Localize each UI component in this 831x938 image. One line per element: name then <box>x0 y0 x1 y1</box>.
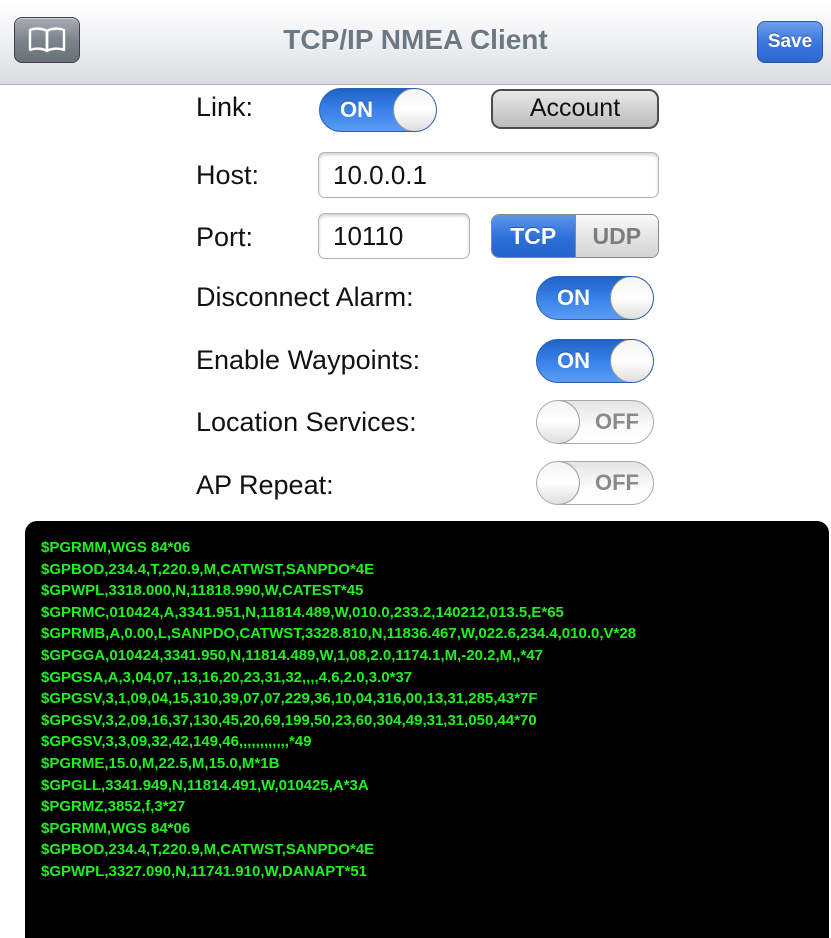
link-switch-state: ON <box>340 97 373 122</box>
disconnect-alarm-switch[interactable]: ON <box>536 276 654 320</box>
protocol-option-udp[interactable]: UDP <box>574 215 658 257</box>
switch-knob <box>610 340 653 382</box>
log-line: $PGRMM,WGS 84*06 <box>41 819 191 837</box>
port-label: Port: <box>196 222 254 252</box>
switch-knob <box>393 89 436 131</box>
host-input[interactable]: 10.0.0.1 <box>318 152 659 198</box>
enable-waypoints-switch-state: ON <box>557 348 590 373</box>
enable-waypoints-switch[interactable]: ON <box>536 339 654 383</box>
log-line: $GPWPL,3318.000,N,11818.990,W,CATEST*45 <box>41 582 364 600</box>
enable-waypoints-label: Enable Waypoints: <box>196 345 421 375</box>
page-title: TCP/IP NMEA Client <box>283 24 548 55</box>
disconnect-alarm-switch-state: ON <box>557 285 590 310</box>
protocol-segmented-control[interactable]: TCP UDP <box>491 214 659 258</box>
log-line: $GPGSV,3,2,09,16,37,130,45,20,69,199,50,… <box>41 711 537 729</box>
log-line: $GPGSV,3,3,09,32,42,149,46,,,,,,,,,,,,*4… <box>41 733 312 751</box>
log-line: $PGRMM,WGS 84*06 <box>41 539 191 556</box>
location-services-switch[interactable]: OFF <box>536 400 654 444</box>
disconnect-alarm-label: Disconnect Alarm: <box>196 282 414 312</box>
log-line: $PGRME,15.0,M,22.5,M,15.0,M*1B <box>41 754 280 772</box>
ap-repeat-label: AP Repeat: <box>196 470 334 500</box>
location-services-label: Location Services: <box>196 407 417 437</box>
switch-knob <box>537 462 580 504</box>
save-button[interactable]: Save <box>757 21 823 63</box>
nmea-log-console[interactable]: $PGRMM,WGS 84*06 $GPBOD,234.4,T,220.9,M,… <box>25 521 829 938</box>
log-line: $GPWPL,3327.090,N,11741.910,W,DANAPT*51 <box>41 862 368 880</box>
switch-knob <box>537 401 580 443</box>
ap-repeat-switch-state: OFF <box>595 470 639 495</box>
log-line: $GPRMC,010424,A,3341.951,N,11814.489,W,0… <box>41 603 564 621</box>
port-input[interactable]: 10110 <box>318 213 470 259</box>
link-label: Link: <box>196 92 254 122</box>
bookmarks-button[interactable] <box>14 17 80 63</box>
location-services-switch-state: OFF <box>595 409 639 434</box>
log-line: $GPGSA,A,3,04,07,,13,16,20,23,31,32,,,,4… <box>41 668 413 686</box>
account-button[interactable]: Account <box>491 89 659 129</box>
log-line: $GPBOD,234.4,T,220.9,M,CATWST,SANPDO*4E <box>41 560 375 578</box>
log-line: $GPGLL,3341.949,N,11814.491,W,010425,A*3… <box>41 776 369 794</box>
log-line: $GPGGA,010424,3341.950,N,11814.489,W,1,0… <box>41 646 544 664</box>
log-line: $GPRMB,A,0.00,L,SANPDO,CATWST,3328.810,N… <box>41 625 637 643</box>
host-label: Host: <box>196 160 260 190</box>
protocol-option-tcp[interactable]: TCP <box>492 215 575 257</box>
log-line: $GPGSV,3,1,09,04,15,310,39,07,07,229,36,… <box>41 690 538 708</box>
link-switch[interactable]: ON <box>319 88 437 132</box>
ap-repeat-switch[interactable]: OFF <box>536 461 654 505</box>
open-book-icon <box>28 27 66 53</box>
log-line: $PGRMZ,3852,f,3*27 <box>41 798 186 816</box>
navigation-bar: TCP/IP NMEA Client Save <box>0 0 831 85</box>
switch-knob <box>610 277 653 319</box>
log-line: $GPBOD,234.4,T,220.9,M,CATWST,SANPDO*4E <box>41 841 375 859</box>
